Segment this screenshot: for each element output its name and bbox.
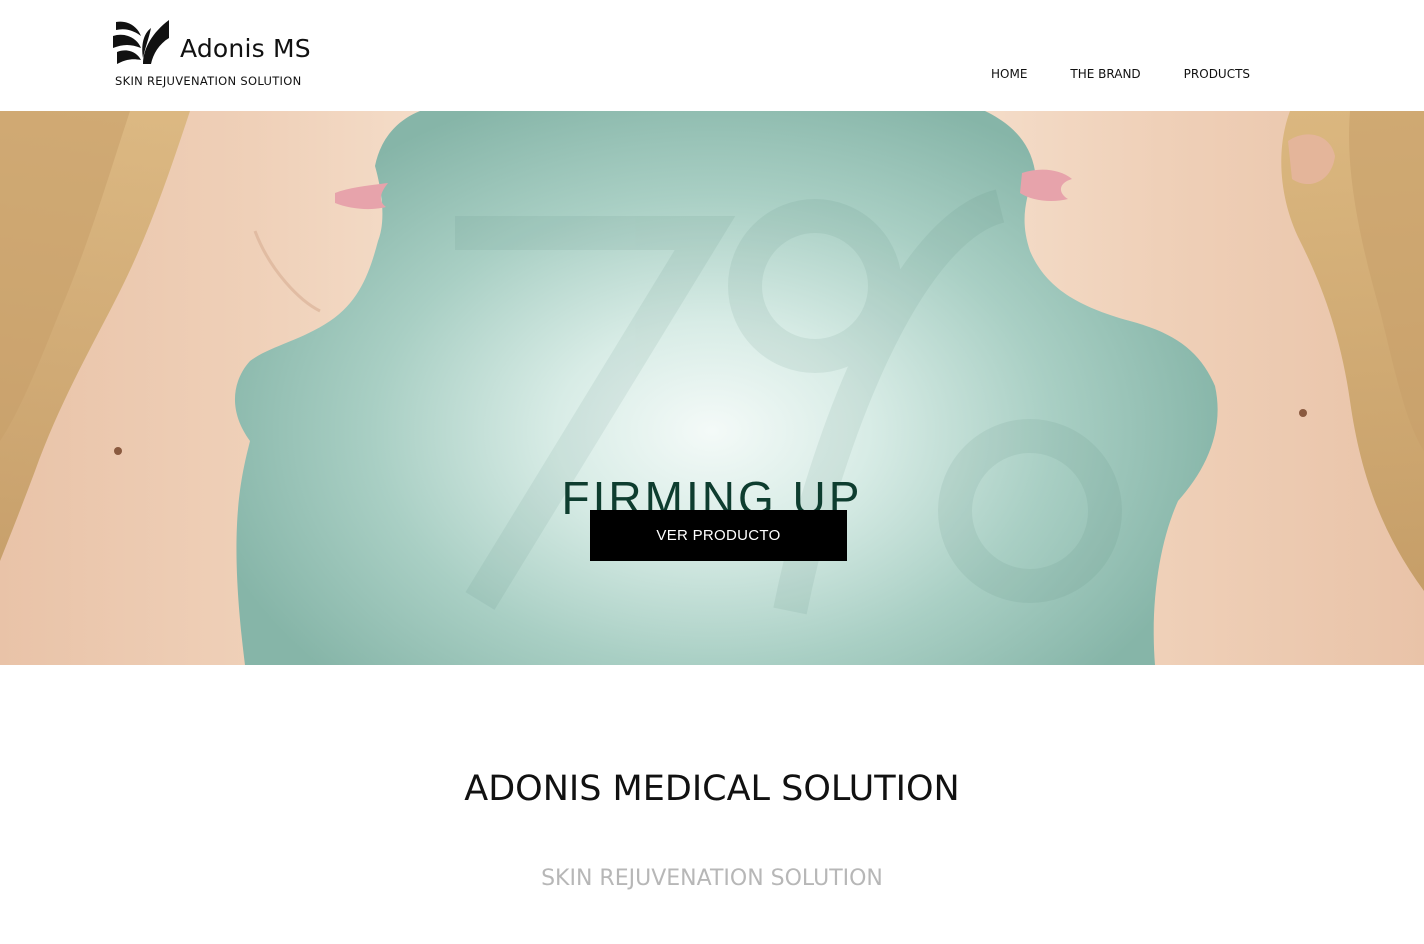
about-section: ADONIS MEDICAL SOLUTION SKIN REJUVENATIO… bbox=[0, 665, 1424, 944]
main-nav: HOME THE BRAND PRODUCTS bbox=[991, 67, 1250, 81]
logo-name: Adonis MS bbox=[180, 34, 311, 63]
logo-link[interactable]: Adonis MS SKIN REJUVENATION SOLUTION bbox=[113, 18, 323, 92]
nav-products[interactable]: PRODUCTS bbox=[1184, 67, 1250, 81]
about-title: ADONIS MEDICAL SOLUTION bbox=[464, 769, 960, 809]
view-product-button[interactable]: VER PRODUCTO bbox=[590, 510, 847, 561]
hero-banner: FIRMING UP VER PRODUCTO bbox=[0, 111, 1424, 665]
nav-the-brand[interactable]: THE BRAND bbox=[1070, 67, 1140, 81]
adonis-logo-icon bbox=[113, 20, 169, 64]
about-subtitle: SKIN REJUVENATION SOLUTION bbox=[541, 866, 883, 891]
nav-home[interactable]: HOME bbox=[991, 67, 1027, 81]
logo-tagline: SKIN REJUVENATION SOLUTION bbox=[115, 74, 302, 88]
site-header: Adonis MS SKIN REJUVENATION SOLUTION HOM… bbox=[0, 0, 1424, 111]
hero-illustration bbox=[0, 111, 1424, 665]
